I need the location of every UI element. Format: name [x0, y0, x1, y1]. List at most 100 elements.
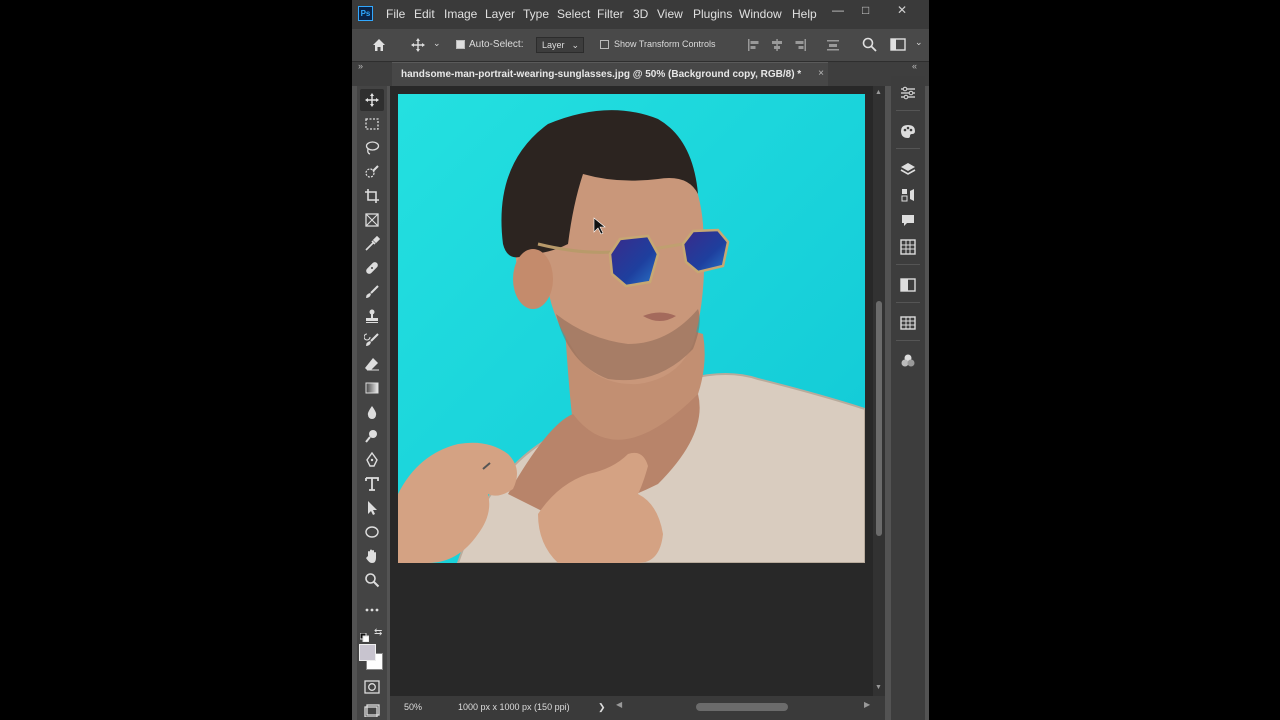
drop-icon: [367, 406, 377, 419]
eyedropper-tool[interactable]: [360, 233, 384, 255]
close-window-button[interactable]: ✕: [897, 3, 907, 17]
blur-tool[interactable]: [360, 401, 384, 423]
scroll-left-icon[interactable]: ◀: [616, 700, 622, 709]
quick-mask-icon[interactable]: [364, 680, 380, 699]
photoshop-logo-icon: Ps: [358, 6, 373, 21]
eyedropper-icon: [365, 236, 380, 251]
lasso-tool[interactable]: [360, 137, 384, 159]
scroll-down-icon[interactable]: ▼: [875, 684, 882, 691]
type-tool[interactable]: [360, 473, 384, 495]
frame-icon: [365, 213, 379, 227]
layers-icon[interactable]: [899, 160, 917, 178]
vertical-scroll-thumb[interactable]: [876, 301, 882, 536]
status-menu-arrow-icon[interactable]: ❯: [598, 702, 606, 713]
search-icon[interactable]: [862, 37, 877, 57]
vertical-scrollbar[interactable]: ▲ ▼: [873, 86, 885, 696]
eraser-tool[interactable]: [360, 353, 384, 375]
zoom-icon: [365, 573, 380, 588]
minimize-button[interactable]: —: [832, 3, 844, 17]
adjustments-icon[interactable]: [899, 84, 917, 102]
canvas-area[interactable]: [390, 86, 875, 696]
menu-plugins[interactable]: Plugins: [693, 7, 732, 21]
move-tool-icon[interactable]: [410, 37, 426, 58]
maximize-button[interactable]: □: [862, 3, 869, 17]
path-select-tool[interactable]: [360, 497, 384, 519]
foreground-color-swatch[interactable]: [359, 644, 376, 661]
pen-icon: [366, 452, 378, 467]
gradient-tool[interactable]: [360, 377, 384, 399]
arrow-cursor-icon: [368, 501, 377, 515]
menu-select[interactable]: Select: [557, 7, 590, 21]
collapse-left-icon[interactable]: »: [358, 61, 363, 71]
collapse-right-icon[interactable]: «: [912, 61, 917, 71]
brush-tool[interactable]: [360, 281, 384, 303]
menu-edit[interactable]: Edit: [414, 7, 435, 21]
chevron-down-icon: ⌄: [571, 40, 579, 50]
comments-icon[interactable]: [899, 212, 917, 230]
pen-tool[interactable]: [360, 449, 384, 471]
photoshop-window: Ps File Edit Image Layer Type Select Fil…: [352, 0, 929, 720]
document-tab-title: handsome-man-portrait-wearing-sunglasses…: [401, 69, 802, 80]
auto-select-target-dropdown[interactable]: Layer ⌄: [536, 37, 584, 53]
document-tab-bar: » handsome-man-portrait-wearing-sunglass…: [352, 61, 929, 86]
horizontal-scroll-thumb[interactable]: [696, 703, 788, 711]
align-right-icon[interactable]: [793, 38, 807, 57]
history-brush-icon: [364, 333, 379, 346]
channels-icon[interactable]: [899, 186, 917, 204]
patterns-icon[interactable]: [899, 314, 917, 332]
options-bar: ⌄ Auto-Select: Layer ⌄ Show Transform Co…: [352, 29, 929, 62]
quick-select-tool[interactable]: [360, 161, 384, 183]
show-transform-label: Show Transform Controls: [614, 39, 716, 49]
move-tool[interactable]: [360, 89, 384, 111]
portrait-photo: [398, 94, 865, 563]
menu-type[interactable]: Type: [523, 7, 549, 21]
screen-mode-icon[interactable]: [364, 703, 380, 720]
workspace-chevron-icon[interactable]: ⌄: [915, 37, 923, 48]
eraser-icon: [365, 358, 379, 371]
swatches-icon[interactable]: [899, 238, 917, 256]
color-icon[interactable]: [899, 122, 917, 140]
close-tab-icon[interactable]: ×: [818, 68, 824, 79]
quick-select-icon: [365, 165, 379, 178]
zoom-level[interactable]: 50%: [404, 702, 422, 712]
workspace-icon[interactable]: [890, 37, 906, 57]
frame-tool[interactable]: [360, 209, 384, 231]
status-bar: 50% 1000 px x 1000 px (150 ppi) ❯ ◀ ▶: [390, 696, 885, 720]
document-tab[interactable]: handsome-man-portrait-wearing-sunglasses…: [392, 62, 828, 86]
ellipse-tool[interactable]: [360, 521, 384, 543]
brush-icon: [366, 285, 379, 298]
scroll-right-icon[interactable]: ▶: [864, 700, 870, 709]
menu-layer[interactable]: Layer: [485, 7, 515, 21]
align-left-icon[interactable]: [747, 38, 761, 57]
clone-stamp-tool[interactable]: [360, 305, 384, 327]
align-center-icon[interactable]: [770, 38, 784, 57]
dodge-tool[interactable]: [360, 425, 384, 447]
menu-help[interactable]: Help: [792, 7, 817, 21]
ellipse-icon: [365, 526, 379, 538]
scroll-up-icon[interactable]: ▲: [875, 89, 882, 96]
crop-tool[interactable]: [360, 185, 384, 207]
dodge-icon: [365, 430, 377, 443]
zoom-tool[interactable]: [360, 569, 384, 591]
menu-image[interactable]: Image: [444, 7, 477, 21]
marquee-tool[interactable]: [360, 113, 384, 135]
menu-3d[interactable]: 3D: [633, 7, 648, 21]
hand-tool[interactable]: [360, 545, 384, 567]
menu-filter[interactable]: Filter: [597, 7, 624, 21]
show-transform-checkbox[interactable]: [600, 40, 609, 49]
distribute-icon[interactable]: [826, 38, 840, 57]
gradients-icon[interactable]: [899, 276, 917, 294]
home-icon[interactable]: [371, 37, 387, 58]
tool-preset-chevron-icon[interactable]: ⌄: [433, 38, 441, 49]
libraries-icon[interactable]: [899, 352, 917, 370]
menu-file[interactable]: File: [386, 7, 405, 21]
auto-select-checkbox[interactable]: [456, 40, 465, 49]
menu-window[interactable]: Window: [739, 7, 782, 21]
more-tools[interactable]: [360, 599, 384, 621]
history-brush-tool[interactable]: [360, 329, 384, 351]
stamp-icon: [366, 309, 378, 323]
swap-colors-icon[interactable]: ⇆: [374, 627, 382, 638]
menu-view[interactable]: View: [657, 7, 683, 21]
document-image[interactable]: [398, 94, 865, 563]
healing-brush-tool[interactable]: [360, 257, 384, 279]
